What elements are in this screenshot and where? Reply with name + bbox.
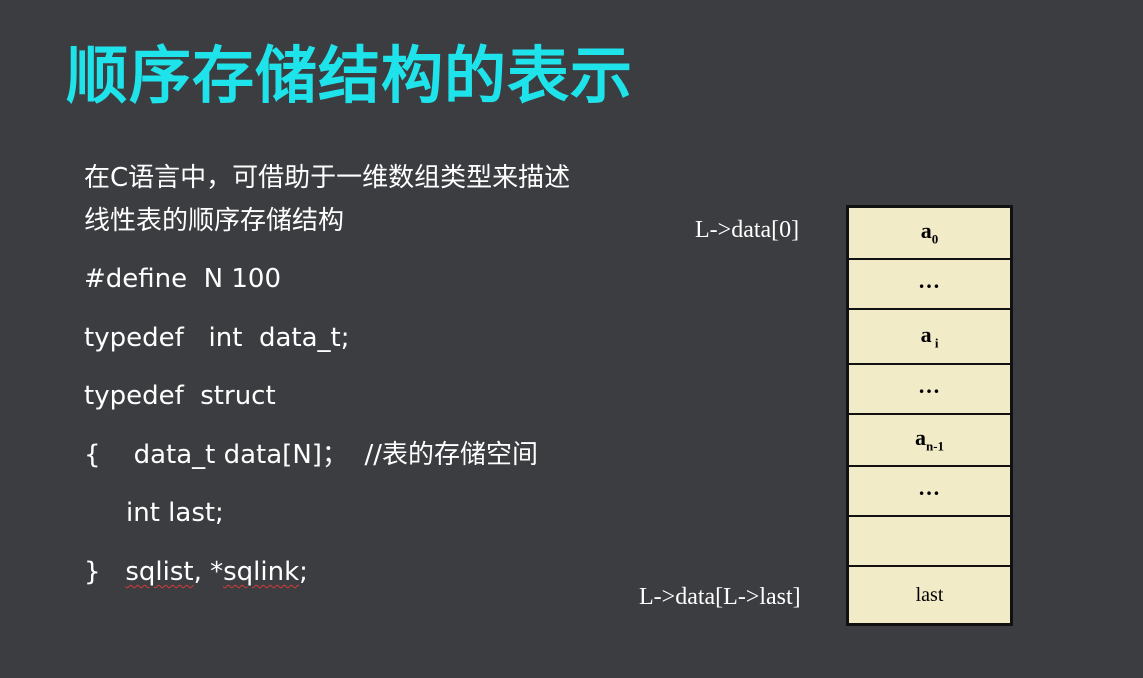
cell-symbol: a0 [920, 218, 939, 247]
closing-brace: } [84, 557, 101, 587]
array-cell-a0: a0 [849, 208, 1010, 258]
code-last-field-line: int last; [126, 498, 224, 528]
array-diagram: a0 … a i … an-1 … last [846, 205, 1013, 626]
cell-last-text: last [915, 583, 944, 606]
array-cell-ellipsis-3: … [849, 467, 1010, 515]
pointer-label-first: L->data[0] [695, 217, 800, 243]
code-define-line: #define N 100 [84, 264, 282, 294]
array-cell-an-1: an-1 [849, 415, 1010, 465]
description-line-2: 线性表的顺序存储结构 [84, 206, 345, 236]
type-separator [101, 557, 126, 587]
ellipsis: … [918, 373, 941, 398]
array-cell-ellipsis-2: … [849, 365, 1010, 413]
ellipsis: … [918, 475, 941, 500]
array-cell-empty [849, 517, 1010, 565]
array-cell-ellipsis-1: … [849, 260, 1010, 308]
array-cell-last: last [849, 567, 1010, 623]
type-name-sqlink: sqlink [223, 557, 300, 587]
cell-symbol: a i [920, 321, 939, 351]
type-name-separator: , * [193, 557, 224, 587]
code-typedef-int-line: typedef int data_t; [84, 323, 350, 353]
code-closing-line: } sqlist, *sqlink; [84, 555, 308, 589]
code-typedef-struct-line: typedef struct [84, 381, 276, 411]
code-data-field-line: { data_t data[N]； //表的存储空间 [84, 440, 538, 470]
ellipsis: … [918, 268, 941, 293]
slide-title: 顺序存储结构的表示 [66, 39, 634, 112]
pointer-label-last: L->data[L->last] [639, 584, 801, 610]
statement-end: ; [299, 557, 308, 587]
cell-symbol: an-1 [914, 425, 945, 454]
description-line-1: 在C语言中，可借助于一维数组类型来描述 [84, 163, 571, 193]
array-cell-ai: a i [849, 310, 1010, 363]
type-name-sqlist: sqlist [125, 557, 194, 587]
